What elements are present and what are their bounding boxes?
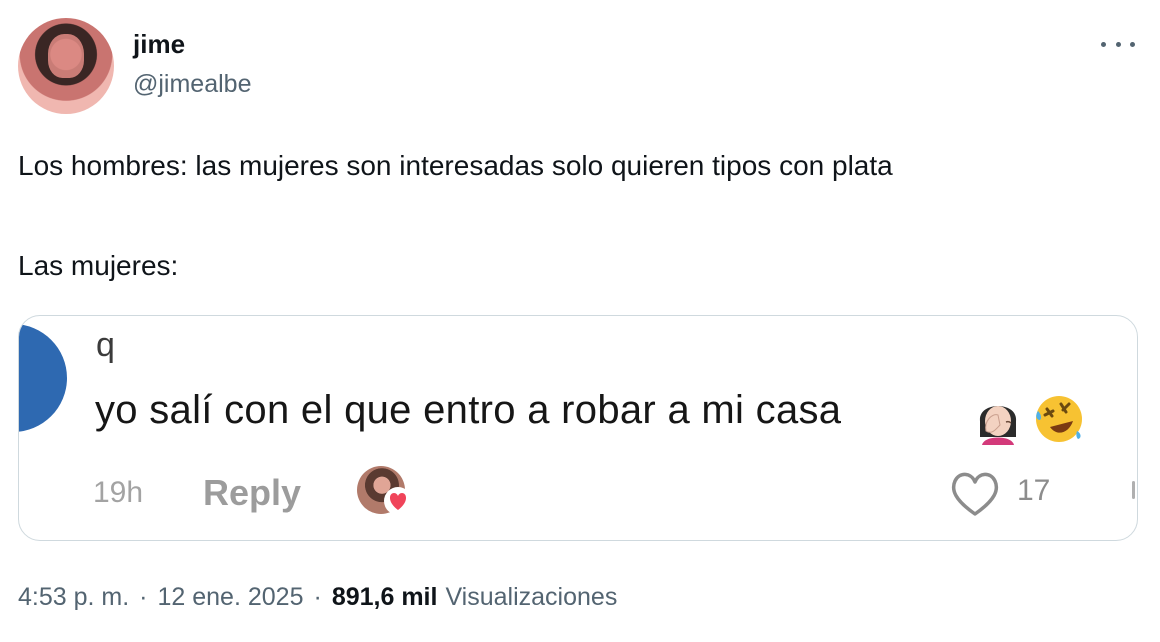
tweet-text-line-2: Las mujeres: (18, 250, 179, 281)
comment-text: yo salí con el que entro a robar a mi ca… (95, 388, 842, 432)
liked-by-author-avatar (357, 466, 413, 518)
cropped-edge-mark (1132, 481, 1135, 499)
like-count: 17 (1017, 474, 1051, 507)
more-options-icon[interactable] (1101, 34, 1135, 54)
meta-separator: · (139, 583, 148, 611)
author-handle[interactable]: @jimealbe (133, 70, 251, 99)
tweet-date[interactable]: 12 ene. 2025 (158, 583, 304, 612)
views-count: 891,6 mil (331, 583, 438, 611)
liked-heart-icon (384, 487, 412, 515)
like-heart-icon[interactable] (947, 468, 1003, 518)
tweet-meta: 4:53 p. m. · 12 ene. 2025 · 891,6 mil Vi… (18, 583, 617, 612)
tweet-text-line-1: Los hombres: las mujeres son interesadas… (18, 150, 893, 181)
embedded-comment-screenshot[interactable]: A q yo salí con el que entro a robar a m… (18, 315, 1138, 541)
views-label: Visualizaciones (445, 583, 618, 611)
comment-avatar: A (19, 324, 67, 432)
comment-username: q (96, 326, 115, 364)
rolling-laughing-emoji-icon (1036, 396, 1082, 442)
author-name[interactable]: jime (133, 29, 185, 60)
comment-time: 19h (93, 476, 144, 509)
tweet-time[interactable]: 4:53 p. m. (18, 583, 129, 612)
face-palm-emoji-icon (979, 406, 1017, 445)
meta-separator-2: · (313, 583, 322, 611)
comment-reply-button[interactable]: Reply (203, 472, 301, 514)
author-avatar[interactable] (18, 18, 114, 114)
